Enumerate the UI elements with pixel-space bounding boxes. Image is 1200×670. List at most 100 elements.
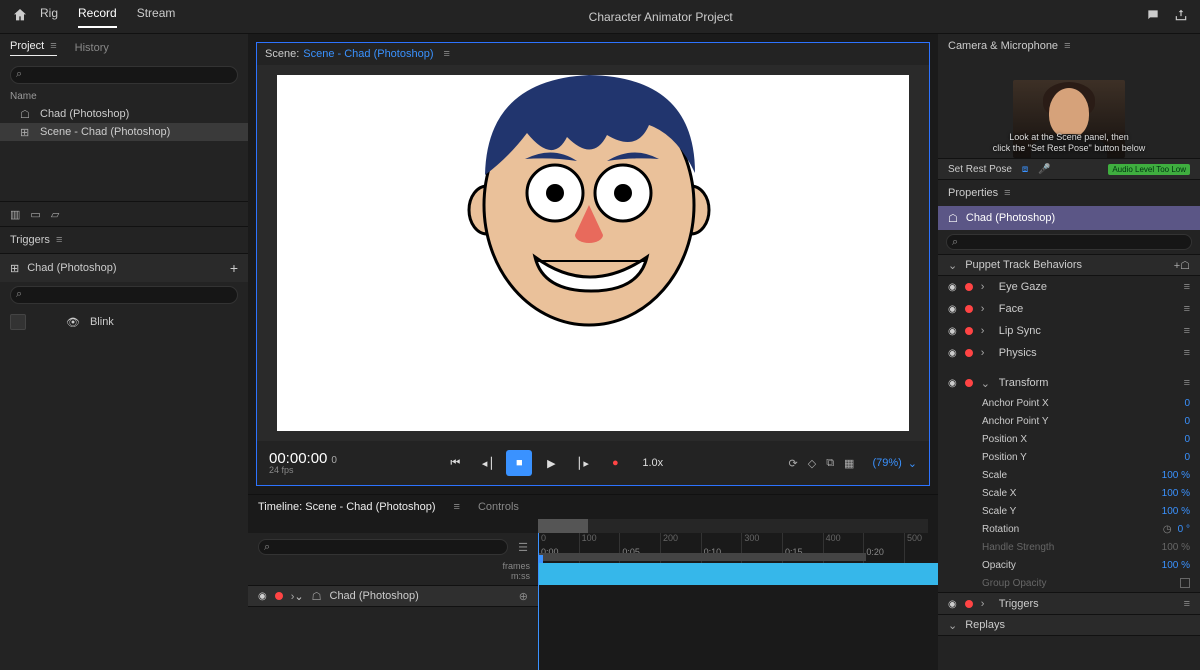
behavior-menu-icon[interactable] [1184,325,1190,337]
chevron-icon[interactable] [981,281,991,293]
record-arm-icon[interactable] [965,379,973,387]
property-value[interactable]: 100 % [1162,488,1190,499]
panel-menu-icon[interactable] [454,501,460,513]
panel-menu-icon[interactable] [444,48,450,60]
property-row[interactable]: Position Y0 [938,448,1200,466]
chevron-right-icon[interactable] [981,598,991,610]
timeline-search-input[interactable] [258,539,508,555]
work-area-bar[interactable] [538,553,866,561]
chevron-icon[interactable] [981,303,991,315]
eye-icon[interactable] [948,347,957,359]
behavior-menu-icon[interactable] [1184,347,1190,359]
property-value[interactable]: 0 [1184,434,1190,445]
mode-record[interactable]: Record [78,6,117,28]
zoom-value[interactable]: (79%) [872,457,901,469]
timecode[interactable]: 00:00:000 [269,451,337,466]
stop-button[interactable]: ■ [506,450,532,476]
chevron-down-icon[interactable] [948,619,957,632]
behavior-menu-icon[interactable] [1184,303,1190,315]
eye-icon[interactable] [948,325,957,337]
property-value[interactable]: 0 [1184,416,1190,427]
new-item-icon[interactable]: ▱ [51,208,59,221]
tab-project[interactable]: Project [10,40,57,56]
timeline-ruler-area[interactable]: 00:001000:052000:103000:154000:205000:25… [538,533,938,670]
chat-icon[interactable] [1146,8,1160,25]
triggers-search-input[interactable] [10,286,238,304]
share-icon[interactable] [1174,8,1188,25]
behavior-menu-icon[interactable] [1184,598,1190,610]
behavior-row[interactable]: Physics [938,342,1200,364]
behavior-row[interactable]: Face [938,298,1200,320]
property-value[interactable]: 0 [1184,398,1190,409]
section-replays[interactable]: Replays [938,614,1200,636]
chevron-down-icon[interactable] [948,259,957,272]
workarea-icon[interactable]: ◇ [808,457,816,470]
step-forward-button[interactable]: ⎢▸ [570,450,596,476]
timeline-track-row[interactable]: ⌄ ☖ Chad (Photoshop) ⊕ [248,585,538,607]
property-row[interactable]: Handle Strength100 % [938,538,1200,556]
behavior-menu-icon[interactable] [1184,281,1190,293]
panel-menu-icon[interactable] [1004,187,1010,199]
section-puppet-track-behaviors[interactable]: Puppet Track Behaviors +☖ [938,254,1200,276]
property-value[interactable]: 100 % [1162,560,1190,571]
property-row[interactable]: Position X0 [938,430,1200,448]
stopwatch-icon[interactable]: ◷ [1163,524,1172,535]
mic-toggle-icon[interactable]: 🎤 [1038,164,1050,175]
snapshot-icon[interactable]: ⧉ [826,457,834,470]
behavior-row[interactable]: Eye Gaze [938,276,1200,298]
layers-icon[interactable]: ☰ [518,541,528,554]
checkbox[interactable] [1180,578,1190,588]
new-folder-icon[interactable]: ▭ [30,208,40,221]
behavior-row-triggers[interactable]: Triggers [938,592,1200,614]
playhead[interactable] [538,533,539,670]
eye-icon[interactable] [948,598,957,610]
tab-controls[interactable]: Controls [478,501,519,513]
webcam-toggle-icon[interactable]: ⧈ [1022,164,1028,175]
eye-icon[interactable] [258,590,267,602]
add-trigger-icon[interactable]: + [230,260,238,276]
panel-menu-icon[interactable] [50,40,56,52]
add-behavior-icon[interactable]: +☖ [1174,259,1190,272]
scene-name[interactable]: Scene - Chad (Photoshop) [303,48,433,60]
loop-icon[interactable]: ⟳ [789,457,798,470]
property-row[interactable]: Anchor Point Y0 [938,412,1200,430]
mode-rig[interactable]: Rig [40,6,58,28]
record-arm-icon[interactable] [965,327,973,335]
tab-timeline[interactable]: Timeline: Scene - Chad (Photoshop) [258,501,436,513]
eye-icon[interactable] [948,281,957,293]
properties-puppet-row[interactable]: ☖ Chad (Photoshop) [938,206,1200,230]
property-row[interactable]: Anchor Point X0 [938,394,1200,412]
set-rest-pose-button[interactable]: Set Rest Pose [948,164,1012,175]
panel-menu-icon[interactable] [1064,40,1070,52]
property-value[interactable]: 0 [1184,452,1190,463]
property-row[interactable]: Rotation◷0 ° [938,520,1200,538]
eye-icon[interactable] [948,377,957,389]
chevron-icon[interactable] [981,377,991,390]
scene-canvas[interactable] [257,65,929,441]
go-to-start-button[interactable]: ⏮ [442,450,468,476]
record-arm-icon[interactable] [965,305,973,313]
record-arm-icon[interactable] [965,349,973,357]
behavior-row[interactable]: Transform [938,372,1200,394]
trigger-key-box[interactable] [10,314,26,330]
home-icon[interactable] [12,7,28,26]
property-row[interactable]: Group Opacity [938,574,1200,592]
triggers-puppet-row[interactable]: ⊞ Chad (Photoshop) + [0,253,248,282]
property-row[interactable]: Scale100 % [938,466,1200,484]
behavior-menu-icon[interactable] [1184,377,1190,389]
property-value[interactable]: 100 % [1162,542,1190,553]
folder-icon[interactable]: ▥ [10,208,20,221]
chevron-down-icon[interactable]: ⌄ [908,457,917,470]
project-search-input[interactable] [10,66,238,84]
track-clip[interactable] [538,563,938,585]
chevron-icon[interactable] [981,347,991,359]
play-button[interactable]: ▶ [538,450,564,476]
record-arm-icon[interactable] [965,283,973,291]
property-value[interactable]: 100 % [1162,506,1190,517]
playback-rate[interactable]: 1.0x [642,457,663,469]
record-arm-icon[interactable] [965,600,973,608]
behavior-row[interactable]: Lip Sync [938,320,1200,342]
panel-menu-icon[interactable] [56,234,62,246]
property-row[interactable]: Opacity100 % [938,556,1200,574]
project-item-scene[interactable]: ⊞ Scene - Chad (Photoshop) [0,123,248,141]
